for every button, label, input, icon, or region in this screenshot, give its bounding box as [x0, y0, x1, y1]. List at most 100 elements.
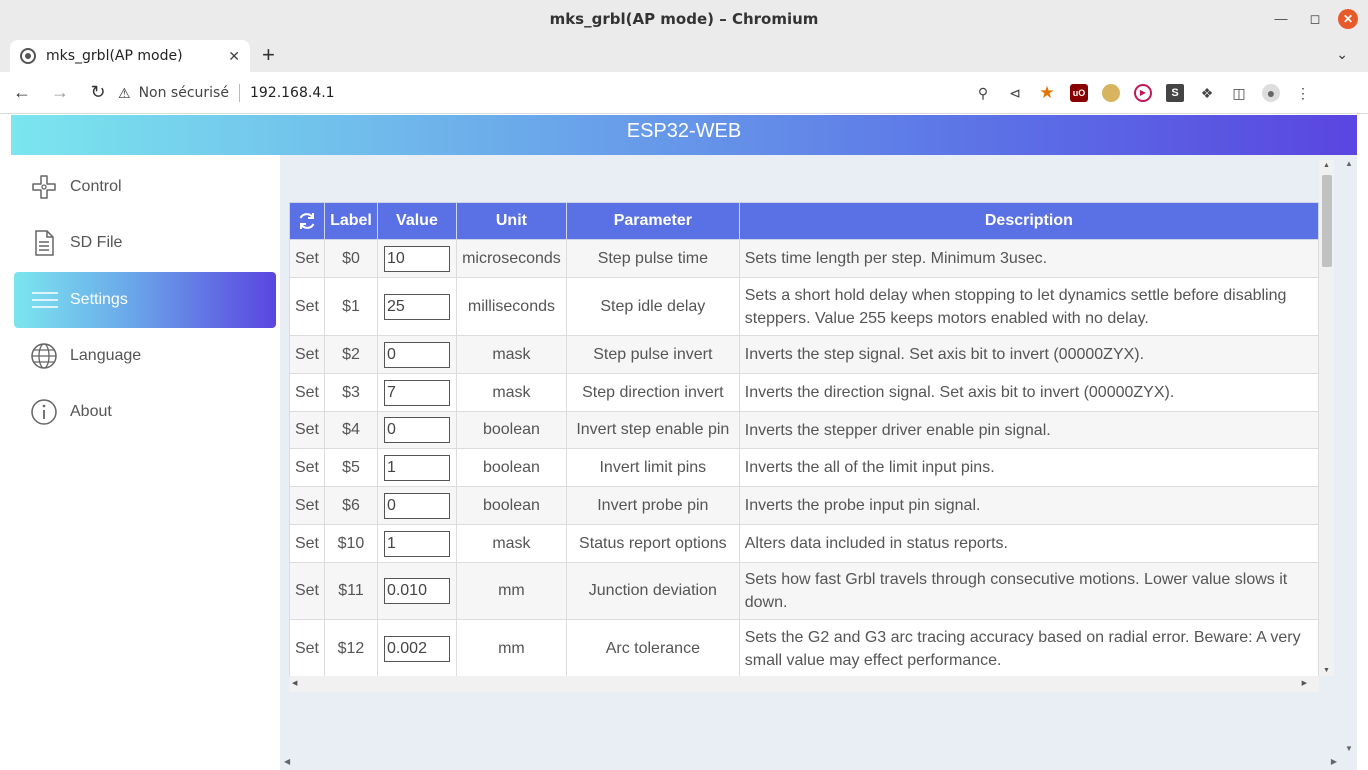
- set-button[interactable]: Set: [289, 486, 325, 525]
- maximize-icon[interactable]: ◻: [1304, 8, 1326, 30]
- value-input[interactable]: [383, 635, 450, 662]
- refresh-button[interactable]: [289, 202, 325, 240]
- value-input[interactable]: [383, 245, 450, 272]
- page-scroll-right-icon[interactable]: ▶: [1331, 757, 1337, 766]
- set-button[interactable]: Set: [289, 448, 325, 487]
- unit-cell: mask: [455, 373, 567, 412]
- main-content: Label Value Unit Parameter Description S…: [280, 155, 1357, 770]
- sidebar-item-settings[interactable]: Settings: [14, 272, 276, 328]
- minimize-icon[interactable]: —: [1270, 8, 1292, 30]
- table-row: Set$6 booleanInvert probe pinInverts the …: [289, 486, 1319, 525]
- set-button[interactable]: Set: [289, 277, 325, 336]
- page-scroll-up-icon[interactable]: ▲: [1345, 159, 1353, 168]
- scroll-right-icon[interactable]: ▶: [1302, 679, 1307, 687]
- value-input[interactable]: [383, 492, 450, 519]
- setting-label: $6: [323, 486, 378, 525]
- warning-icon[interactable]: ⚠: [118, 85, 131, 102]
- extensions-puzzle-icon[interactable]: ❖: [1198, 84, 1216, 102]
- unit-cell: mm: [455, 562, 567, 620]
- window-controls: — ◻ ✕: [1270, 8, 1358, 30]
- sidebar-item-sd-file[interactable]: SD File: [14, 215, 276, 271]
- set-button[interactable]: Set: [289, 239, 325, 278]
- app-header: ESP32-WEB: [11, 115, 1357, 155]
- extension-globe-icon[interactable]: [1102, 84, 1120, 102]
- parameter-cell: Step pulse time: [565, 239, 740, 278]
- favicon-icon: [20, 48, 36, 64]
- value-input[interactable]: [383, 293, 450, 320]
- table-row: Set$3 maskStep direction invertInverts th…: [289, 373, 1319, 412]
- settings-table-container: Label Value Unit Parameter Description S…: [289, 202, 1319, 676]
- page-horizontal-scrollbar[interactable]: ◀ ▶: [280, 754, 1341, 770]
- extension-s-icon[interactable]: S: [1166, 84, 1184, 102]
- scroll-up-icon[interactable]: ▲: [1323, 162, 1330, 169]
- value-input[interactable]: [383, 379, 450, 406]
- set-button[interactable]: Set: [289, 524, 325, 563]
- set-button[interactable]: Set: [289, 619, 325, 676]
- share-icon[interactable]: ⊲: [1006, 84, 1024, 102]
- page-scroll-down-icon[interactable]: ▼: [1345, 744, 1353, 753]
- value-input[interactable]: [383, 417, 450, 443]
- ublock-extension-icon[interactable]: uO: [1070, 84, 1088, 102]
- divider: [238, 84, 240, 102]
- sidebar-item-language[interactable]: Language: [14, 328, 276, 384]
- column-header-parameter: Parameter: [565, 202, 740, 240]
- table-vertical-scrollbar[interactable]: ▲ ▼: [1319, 160, 1334, 676]
- set-button[interactable]: Set: [289, 373, 325, 412]
- sidebar-item-label: Control: [70, 178, 122, 195]
- close-window-icon[interactable]: ✕: [1338, 9, 1358, 29]
- sidebar-item-label: SD File: [70, 234, 123, 251]
- value-input[interactable]: [383, 530, 450, 557]
- refresh-icon[interactable]: [297, 211, 317, 231]
- value-input[interactable]: [383, 454, 450, 481]
- set-button[interactable]: Set: [289, 335, 325, 374]
- value-cell: [376, 619, 457, 676]
- scroll-down-icon[interactable]: ▼: [1323, 667, 1330, 674]
- unit-cell: mask: [455, 524, 567, 563]
- url-text[interactable]: 192.168.4.1: [250, 85, 335, 101]
- parameter-cell: Junction deviation: [565, 562, 740, 620]
- chevron-down-icon[interactable]: ⌄: [1336, 46, 1348, 63]
- table-horizontal-scrollbar[interactable]: ◀ ▶: [289, 676, 1319, 692]
- browser-tab[interactable]: mks_grbl(AP mode) ✕: [10, 40, 250, 72]
- parameter-cell: Status report options: [565, 524, 740, 563]
- tab-strip: mks_grbl(AP mode) ✕ + ⌄: [0, 38, 1368, 72]
- value-input[interactable]: [383, 341, 450, 368]
- table-row: Set$1 millisecondsStep idle delaySets a s…: [289, 277, 1319, 336]
- sidebar-item-label: About: [70, 403, 112, 420]
- set-button[interactable]: Set: [289, 411, 325, 449]
- set-button[interactable]: Set: [289, 562, 325, 620]
- scroll-left-icon[interactable]: ◀: [292, 679, 297, 687]
- window-titlebar: mks_grbl(AP mode) – Chromium — ◻ ✕: [0, 0, 1368, 38]
- settings-table-body: Set$0microsecondsStep pulse timeSets tim…: [289, 239, 1319, 676]
- page-scroll-left-icon[interactable]: ◀: [284, 757, 290, 766]
- setting-label: $12: [323, 619, 378, 676]
- address-bar[interactable]: ⚠ Non sécurisé 192.168.4.1 ⚲ ⊲ ★ uO ▶ S …: [112, 77, 1352, 109]
- sidebar-item-label: Language: [70, 347, 142, 364]
- sidebar-item-control[interactable]: Control: [14, 159, 276, 215]
- extension-play-icon[interactable]: ▶: [1134, 84, 1152, 102]
- description-cell: Inverts the stepper driver enable pin si…: [738, 411, 1319, 449]
- table-scroll-thumb[interactable]: [1322, 175, 1332, 267]
- unit-cell: boolean: [455, 448, 567, 487]
- new-tab-icon[interactable]: +: [262, 44, 275, 66]
- value-cell: [376, 239, 457, 278]
- forward-icon[interactable]: →: [44, 82, 76, 103]
- setting-label: $4: [323, 411, 378, 449]
- kebab-menu-icon[interactable]: ⋮: [1294, 84, 1312, 102]
- page-vertical-scrollbar[interactable]: ▲ ▼: [1341, 155, 1357, 755]
- table-row: Set$10 maskStatus report optionsAlters da…: [289, 524, 1319, 563]
- bookmark-star-icon[interactable]: ★: [1038, 84, 1056, 102]
- zoom-icon[interactable]: ⚲: [974, 84, 992, 102]
- setting-label: $5: [323, 448, 378, 487]
- table-row: Set$5 booleanInvert limit pinsInverts the…: [289, 448, 1319, 487]
- close-tab-icon[interactable]: ✕: [228, 48, 240, 65]
- value-input[interactable]: [383, 578, 450, 604]
- description-cell: Sets a short hold delay when stopping to…: [738, 277, 1319, 336]
- reload-icon[interactable]: ↻: [82, 82, 114, 103]
- sidebar-item-about[interactable]: About: [14, 384, 276, 440]
- description-cell: Sets how fast Grbl travels through conse…: [738, 562, 1319, 620]
- back-icon[interactable]: ←: [6, 82, 38, 103]
- security-label[interactable]: Non sécurisé: [139, 85, 229, 101]
- profile-avatar-icon[interactable]: ●: [1262, 84, 1280, 102]
- side-panel-icon[interactable]: ◫: [1230, 84, 1248, 102]
